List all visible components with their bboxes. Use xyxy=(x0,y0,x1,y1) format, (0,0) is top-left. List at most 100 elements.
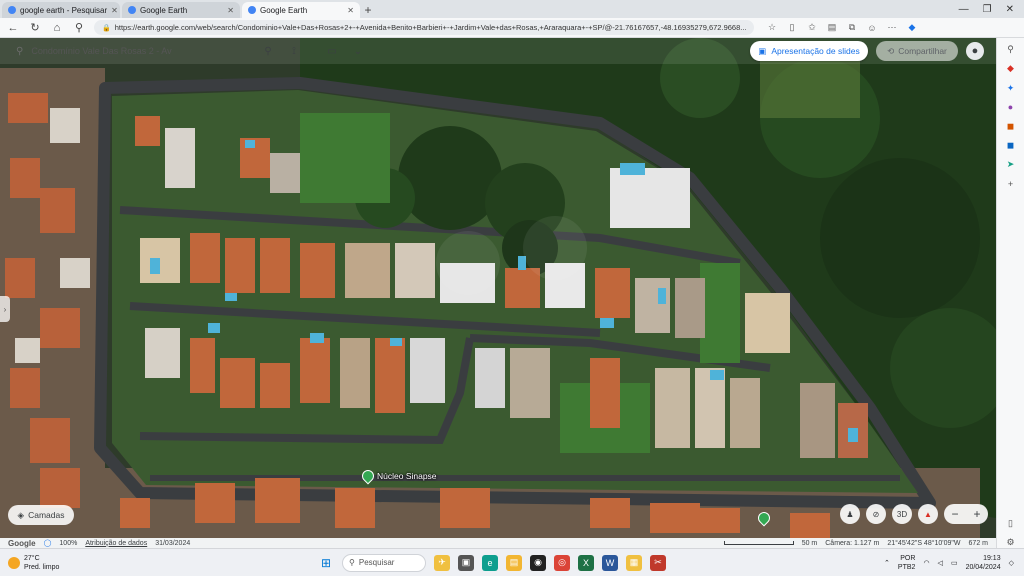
window-controls: — ❐ ✕ xyxy=(959,0,1024,18)
attribution-link[interactable]: Atribuição de dados xyxy=(85,540,147,547)
file-explorer-icon[interactable]: ▤ xyxy=(506,554,522,571)
close-icon[interactable]: ✕ xyxy=(111,6,118,15)
zoom-in-button[interactable]: + xyxy=(966,507,988,521)
extensions-icon[interactable]: ⧉ xyxy=(846,22,858,34)
chevron-up-icon[interactable]: ⌃ xyxy=(884,559,890,567)
loading-icon: ◯ xyxy=(43,540,52,547)
search-icon[interactable]: ⚲ xyxy=(1004,44,1018,55)
tab-google-earth-2[interactable]: Google Earth ✕ xyxy=(242,2,360,18)
chrome-icon[interactable]: ◎ xyxy=(554,554,570,571)
chevron-down-icon[interactable]: ⌄ xyxy=(350,43,366,59)
earth-map-viewport[interactable]: ⚲ Condomínio Vale Das Rosas 2 - Av ⚲ ⟟ ▭… xyxy=(0,38,996,538)
favorites-icon[interactable]: ✩ xyxy=(806,22,818,34)
satellite-imagery[interactable] xyxy=(0,38,996,538)
search-icon: ⚲ xyxy=(349,558,355,567)
street-view-icon[interactable]: ♟ xyxy=(840,504,860,524)
star-icon[interactable]: ☆ xyxy=(766,22,778,34)
clock[interactable]: 19:13 20/04/2024 xyxy=(966,554,1001,572)
taskbar-search[interactable]: ⚲ Pesquisar xyxy=(342,553,426,572)
notifications-icon[interactable]: ◇ xyxy=(1009,559,1014,567)
shopping-icon[interactable]: ◆ xyxy=(1004,63,1018,74)
browser-tab-bar: google earth - Pesquisar ✕ Google Earth … xyxy=(0,0,1024,18)
taskbar-search-placeholder: Pesquisar xyxy=(358,558,395,567)
office-icon[interactable]: ◼ xyxy=(1004,121,1018,132)
zoom-out-button[interactable]: − xyxy=(944,507,966,521)
edge-icon[interactable]: e xyxy=(482,554,498,571)
battery-icon[interactable]: ▭ xyxy=(951,559,958,567)
url-text: https://earth.google.com/web/search/Cond… xyxy=(114,23,747,32)
sun-icon xyxy=(8,556,20,569)
excel-icon[interactable]: X xyxy=(578,554,594,571)
bird-widget-icon[interactable]: ✈ xyxy=(434,554,450,571)
share-icon: ⟲ xyxy=(887,45,895,56)
minimize-icon[interactable]: — xyxy=(959,4,969,15)
search-icon[interactable]: ⚲ xyxy=(72,21,86,35)
maximize-icon[interactable]: ❐ xyxy=(983,4,992,15)
outlook-icon[interactable]: ◼ xyxy=(1004,140,1018,151)
settings-icon[interactable]: ⚙ xyxy=(1004,537,1018,548)
route-icon[interactable]: ⟟ xyxy=(286,43,302,59)
ruler-icon[interactable]: ▭ xyxy=(324,43,340,59)
time: 19:13 xyxy=(983,554,1001,562)
browser-sidebar: ⚲ ◆ ✦ ● ◼ ◼ ➤ + ▯ ⚙ xyxy=(996,38,1024,548)
copilot-icon[interactable]: ◆ xyxy=(906,22,918,34)
panel-toggle-icon[interactable]: ▯ xyxy=(1004,518,1018,529)
keyboard-layout: PTB2 xyxy=(897,563,916,571)
send-icon[interactable]: ➤ xyxy=(1004,159,1018,170)
search-input[interactable]: Condomínio Vale Das Rosas 2 - Av xyxy=(31,46,244,56)
games-icon[interactable]: ● xyxy=(1004,102,1018,113)
collections-icon[interactable]: ▤ xyxy=(826,22,838,34)
back-icon[interactable]: ← xyxy=(6,21,20,35)
map-controls: ♟ ⊘ 3D ▲ − + xyxy=(840,504,988,524)
coordinates: 21°45'42"S 48°10'09"W xyxy=(887,539,961,547)
more-icon[interactable]: ⋯ xyxy=(886,22,898,34)
compass-icon[interactable]: ▲ xyxy=(918,504,938,524)
earth-favicon-icon xyxy=(128,6,136,14)
slideshow-icon: ▣ xyxy=(758,45,767,56)
dell-icon[interactable]: ◉ xyxy=(530,554,546,571)
reload-icon[interactable]: ↻ xyxy=(28,21,42,35)
panel-expand-handle[interactable]: › xyxy=(0,296,10,322)
start-icon[interactable]: ⊞ xyxy=(318,555,334,571)
view-3d-button[interactable]: 3D xyxy=(892,504,912,524)
poi-marker[interactable]: Núcleo Sinapse xyxy=(359,467,437,485)
close-window-icon[interactable]: ✕ xyxy=(1006,4,1014,15)
map-pin-icon xyxy=(359,467,377,485)
location-off-icon[interactable]: ⊘ xyxy=(866,504,886,524)
tab-label: google earth - Pesquisar xyxy=(20,5,108,15)
zoom-percent: 100% xyxy=(59,539,78,547)
url-field[interactable]: 🔒 https://earth.google.com/web/search/Co… xyxy=(94,20,754,35)
slideshow-button[interactable]: ▣ Apresentação de slides xyxy=(750,41,868,61)
close-icon[interactable]: ✕ xyxy=(347,6,354,15)
files-icon[interactable]: ▦ xyxy=(626,554,642,571)
earth-search[interactable]: ⚲ Condomínio Vale Das Rosas 2 - Av xyxy=(10,40,250,62)
layers-button[interactable]: ◈ Camadas xyxy=(8,505,74,525)
home-icon[interactable]: ⌂ xyxy=(50,21,64,35)
word-icon[interactable]: W xyxy=(602,554,618,571)
google-logo: Google xyxy=(8,538,36,548)
tools-icon[interactable]: ✦ xyxy=(1004,82,1018,93)
date: 20/04/2024 xyxy=(965,563,1001,571)
lock-icon: 🔒 xyxy=(102,24,111,32)
wifi-icon[interactable]: ◠ xyxy=(923,559,929,567)
new-tab-button[interactable]: + xyxy=(360,2,376,18)
snipping-icon[interactable]: ✂ xyxy=(650,554,666,571)
task-view-icon[interactable]: ▣ xyxy=(458,554,474,571)
add-icon[interactable]: + xyxy=(1004,178,1018,189)
tab-google-earth-1[interactable]: Google Earth ✕ xyxy=(122,2,240,18)
share-button[interactable]: ⟲ Compartilhar xyxy=(876,41,958,61)
imagery-date: 31/03/2024 xyxy=(155,539,191,547)
volume-icon[interactable]: ◁ xyxy=(938,559,943,567)
scale-bar xyxy=(723,541,794,545)
windows-taskbar: 27°C Pred. limpo ⊞ ⚲ Pesquisar ✈ ▣ e ▤ ◉… xyxy=(0,548,1024,576)
temperature: 27°C xyxy=(24,554,40,562)
elevation: 672 m xyxy=(968,539,988,547)
split-icon[interactable]: ▯ xyxy=(786,22,798,34)
tab-google-search[interactable]: google earth - Pesquisar ✕ xyxy=(2,2,120,18)
profile-icon[interactable]: ☺ xyxy=(866,22,878,34)
weather-widget[interactable]: 27°C Pred. limpo xyxy=(0,554,180,572)
keyboard-language[interactable]: POR PTB2 xyxy=(898,554,916,572)
location-pin-icon[interactable]: ⚲ xyxy=(260,43,276,59)
close-icon[interactable]: ✕ xyxy=(227,6,234,15)
account-avatar[interactable]: ● xyxy=(966,42,984,60)
